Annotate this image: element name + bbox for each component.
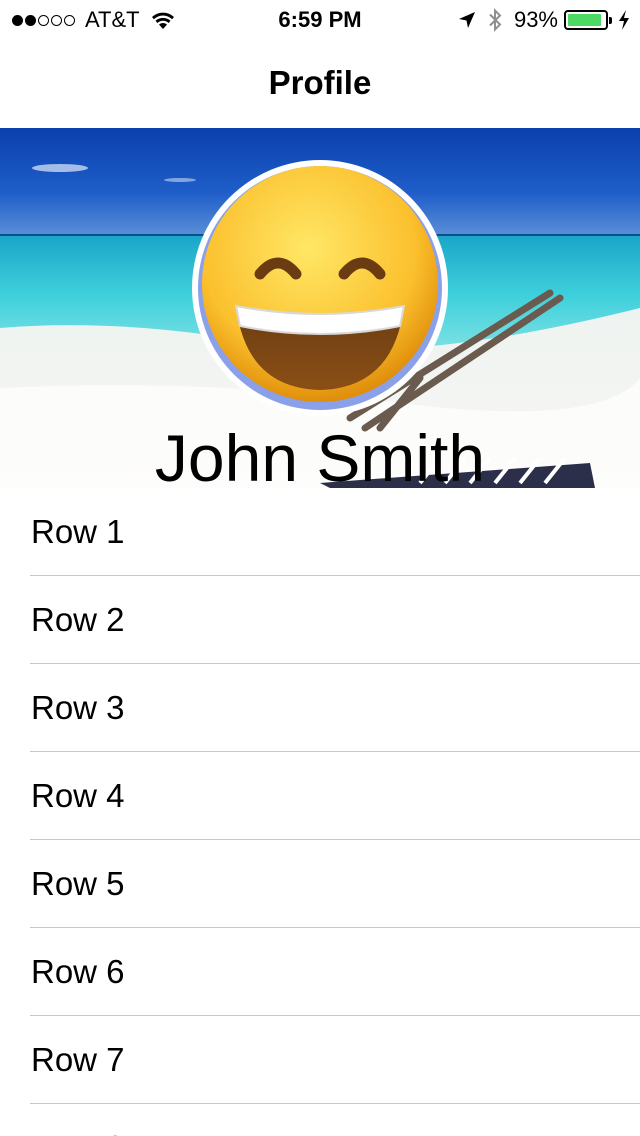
screen: AT&T 6:59 PM 93% Profile John Smith Row … [0,0,640,1136]
row-label: Row 6 [31,953,125,990]
battery-cap [609,17,612,24]
row-label: Row 8 [31,1128,125,1136]
table-row[interactable]: Row 3 [0,664,640,752]
grinning-face-icon [198,166,442,410]
table-row[interactable]: Row 6 [0,928,640,1016]
row-label: Row 4 [31,777,125,814]
table-row[interactable]: Row 4 [0,752,640,840]
row-label: Row 1 [31,513,125,550]
page-title: Profile [268,64,372,101]
battery-percentage: 93% [513,7,558,32]
status-right: 93% [458,7,630,33]
row-label: Row 7 [31,1041,125,1078]
row-label: Row 5 [31,865,125,902]
table-row[interactable]: Row 1 [0,488,640,576]
table-row[interactable]: Row 2 [0,576,640,664]
status-bar: AT&T 6:59 PM 93% [0,0,640,40]
avatar[interactable] [192,160,448,416]
charging-bolt-icon [619,10,629,30]
battery-icon [564,10,612,30]
table-row[interactable]: Row 5 [0,840,640,928]
table-row[interactable]: Row 8 [0,1104,640,1136]
location-arrow-icon [458,12,475,28]
row-label: Row 3 [31,689,125,726]
bluetooth-icon [489,8,502,32]
table-view: Row 1 Row 2 Row 3 Row 4 Row 5 Row 6 Row … [0,488,640,1136]
profile-name: John Smith [154,421,486,488]
row-label: Row 2 [31,601,125,638]
battery-fill [568,14,602,26]
table-row[interactable]: Row 7 [0,1016,640,1104]
navigation-bar: Profile [0,40,640,128]
profile-header: John Smith [0,128,640,488]
